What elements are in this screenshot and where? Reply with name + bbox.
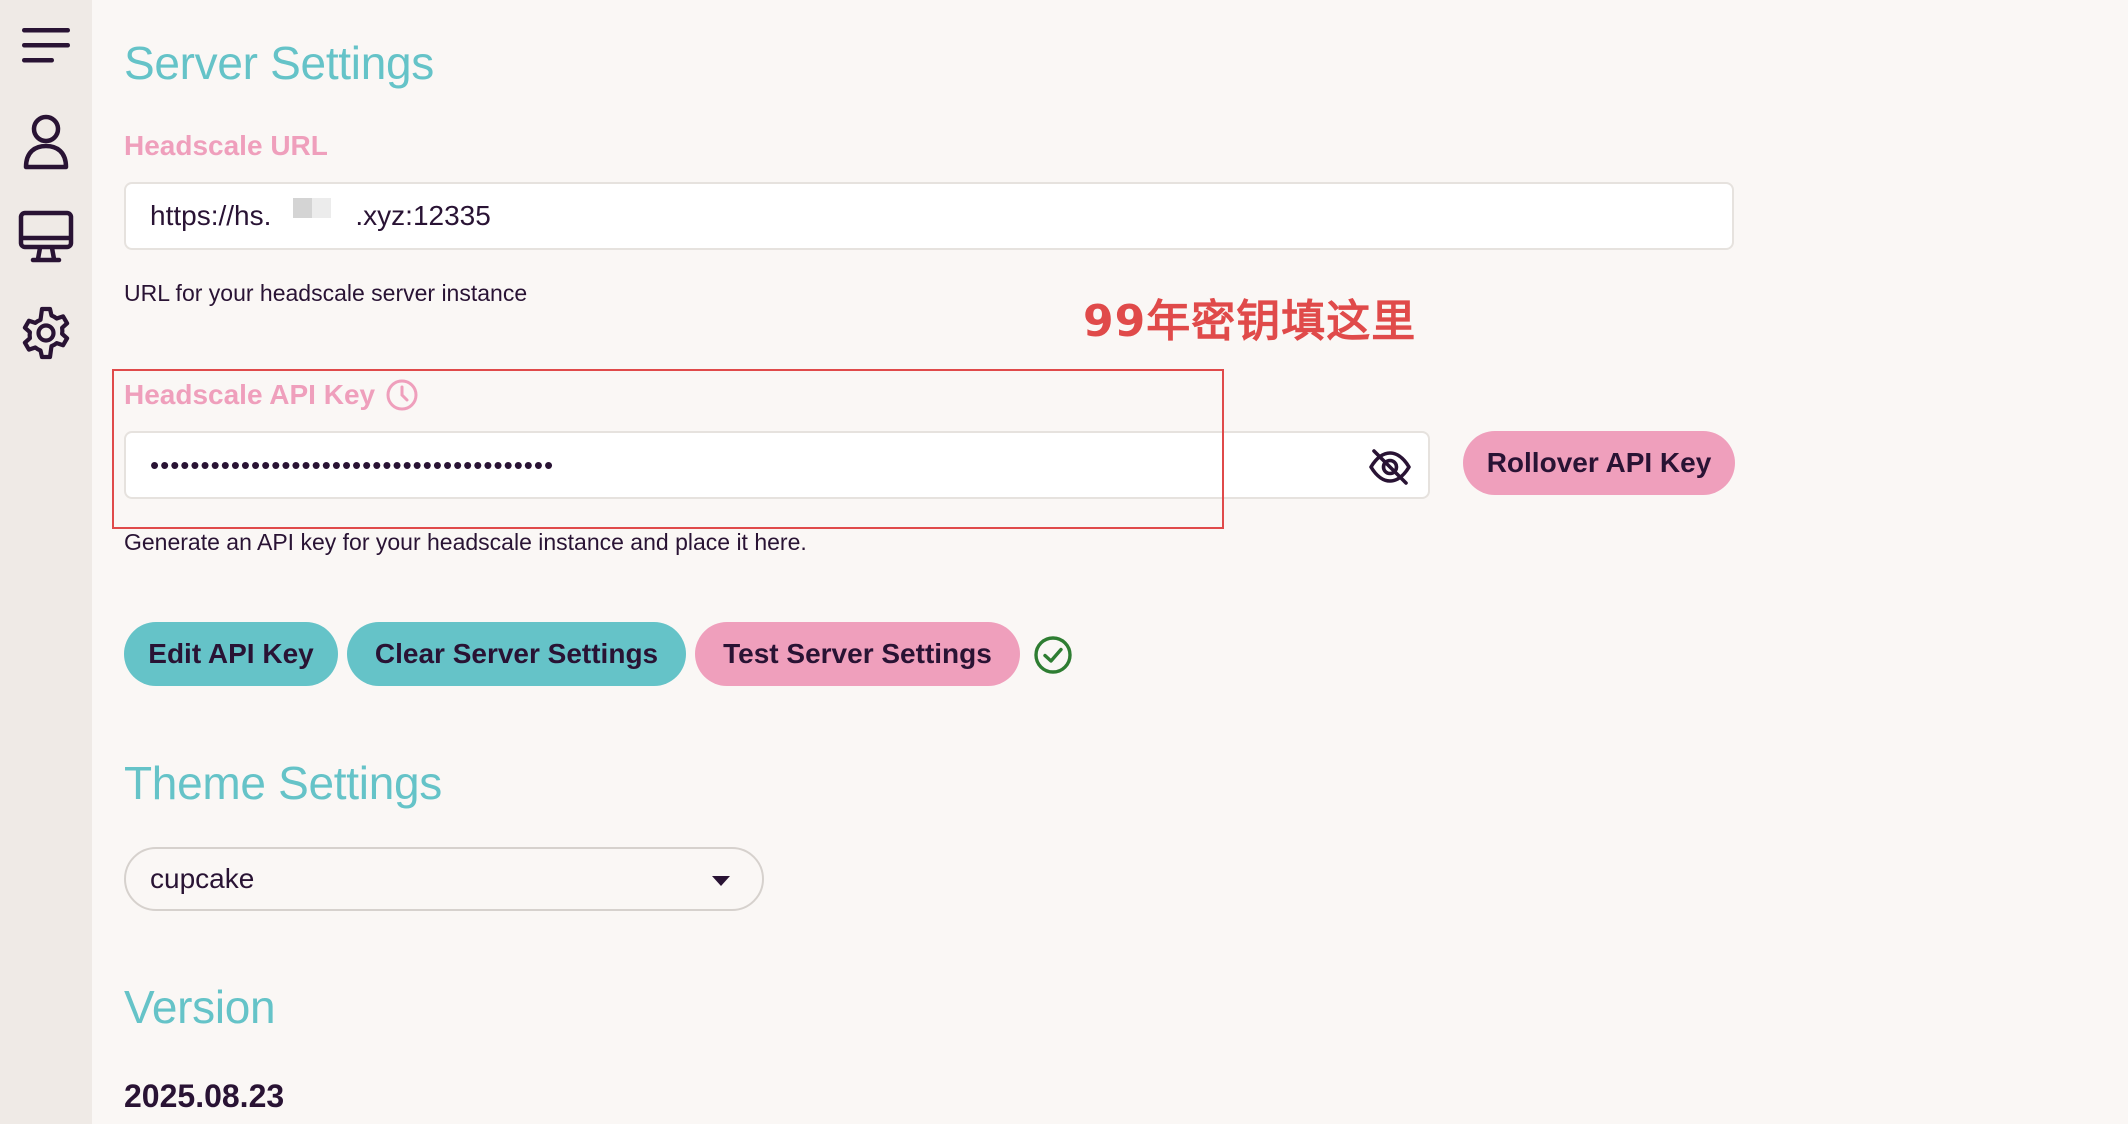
server-settings-title: Server Settings [124, 37, 434, 89]
clock-icon[interactable] [385, 378, 419, 412]
clear-server-settings-button[interactable]: Clear Server Settings [347, 622, 686, 686]
headscale-url-input[interactable]: https://hs. .xyz:12335 [124, 182, 1734, 250]
headscale-url-label-text: Headscale URL [124, 130, 328, 161]
user-icon [23, 114, 69, 170]
rollover-api-key-button[interactable]: Rollover API Key [1463, 431, 1735, 495]
url-prefix: https://hs. [150, 200, 272, 231]
users-button[interactable] [14, 110, 78, 174]
monitor-icon [18, 210, 74, 263]
url-suffix: .xyz:12335 [355, 200, 491, 231]
menu-button[interactable] [14, 14, 78, 78]
headscale-api-key-input[interactable]: •••••••••••••••••••••••••••••••••••••••• [124, 431, 1430, 499]
theme-select[interactable]: cupcake [124, 847, 764, 911]
theme-select-value: cupcake [150, 863, 255, 894]
api-key-value: •••••••••••••••••••••••••••••••••••••••• [150, 449, 555, 480]
edit-api-key-button[interactable]: Edit API Key [124, 622, 338, 686]
theme-settings-title: Theme Settings [124, 757, 442, 809]
menu-icon [22, 28, 70, 63]
gear-icon [22, 306, 70, 360]
sidebar [0, 0, 92, 1124]
redacted-block [293, 198, 332, 218]
headscale-api-key-label: Headscale API Key [124, 378, 419, 412]
headscale-url-help: URL for your headscale server instance [124, 280, 528, 306]
toggle-visibility-button[interactable] [1368, 445, 1412, 489]
eye-off-icon [1369, 449, 1411, 485]
headscale-api-key-help: Generate an API key for your headscale i… [124, 529, 807, 555]
version-value: 2025.08.23 [124, 1078, 285, 1114]
test-server-settings-button[interactable]: Test Server Settings [695, 622, 1020, 686]
headscale-api-key-label-text: Headscale API Key [124, 379, 376, 410]
chevron-down-icon [712, 876, 730, 886]
success-check-icon [1034, 636, 1072, 674]
settings-button[interactable] [14, 301, 78, 365]
version-title: Version [124, 981, 276, 1033]
machines-button[interactable] [14, 205, 78, 269]
settings-main: Server Settings Headscale URL https://hs… [124, 0, 2104, 1124]
annotation-text: 99年密钥填这里 [1083, 296, 1417, 347]
headscale-url-label: Headscale URL [124, 132, 328, 160]
